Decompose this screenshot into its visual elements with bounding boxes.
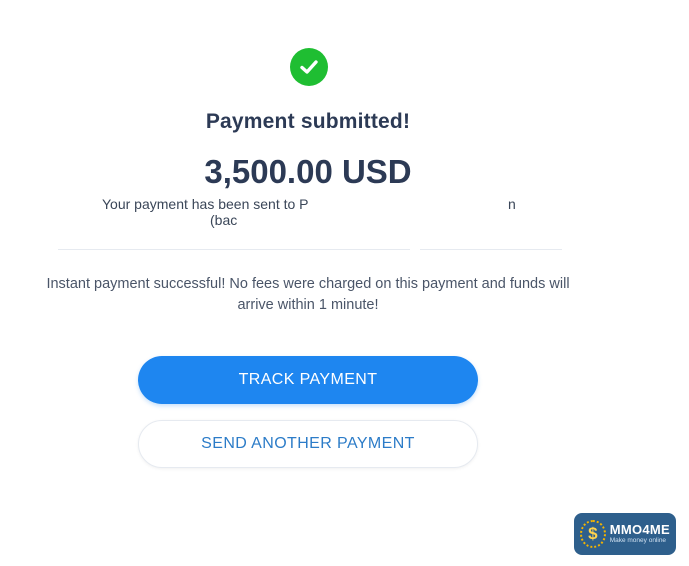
watermark-badge: $ MMO4ME Make money online	[574, 513, 676, 555]
checkmark-glyph	[300, 60, 318, 74]
divider-left	[58, 249, 410, 250]
watermark-name: MMO4ME	[609, 522, 670, 538]
divider-right	[420, 249, 562, 250]
recipient-line: Your payment has been sent to P	[102, 196, 309, 212]
track-payment-button[interactable]: TRACK PAYMENT	[138, 356, 478, 404]
instant-payment-note: Instant payment successful! No fees were…	[46, 276, 570, 313]
redaction-block-2	[240, 212, 440, 228]
recipient-line-tail: n	[508, 196, 516, 212]
watermark-tagline: Make money online	[609, 537, 667, 545]
payment-amount: 3,500.00 USD	[204, 153, 412, 190]
page-title: Payment submitted!	[205, 110, 411, 133]
send-another-payment-button[interactable]: SEND ANOTHER PAYMENT	[138, 420, 478, 468]
recipient-line-2: (bac	[210, 212, 238, 228]
watermark-text: MMO4ME Make money online	[610, 523, 670, 545]
dollar-coin-icon: $	[580, 520, 606, 548]
check-circle-icon	[290, 48, 328, 86]
